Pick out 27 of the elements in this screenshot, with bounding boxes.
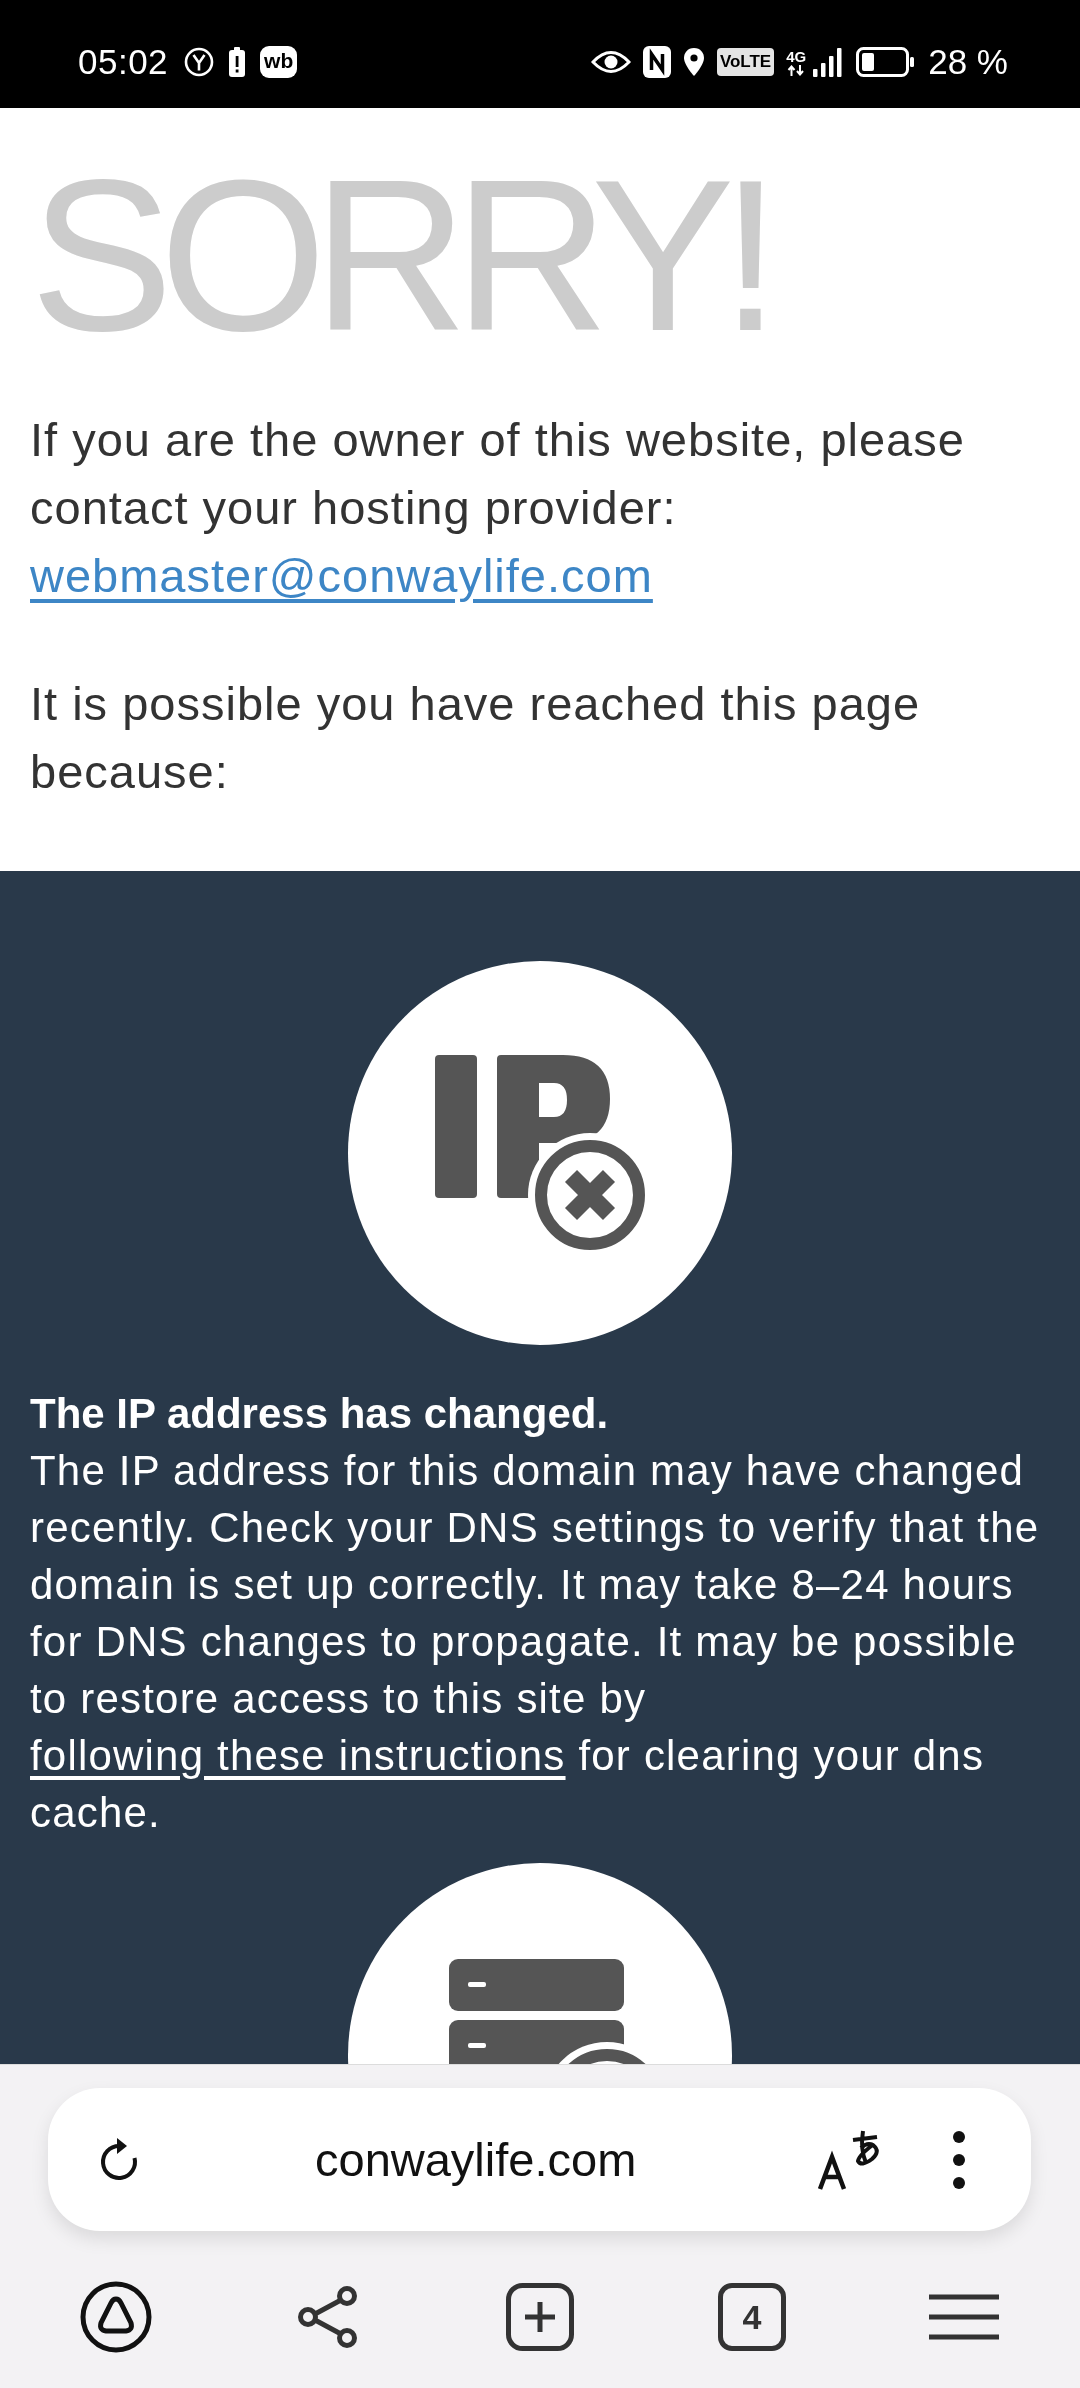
y-circle-icon <box>184 47 215 77</box>
app-badge: wb <box>260 46 298 78</box>
more-options-icon[interactable] <box>951 2128 967 2191</box>
plus-icon[interactable] <box>506 2282 574 2351</box>
contact-email-link[interactable]: webmaster@conwaylife.com <box>30 549 653 602</box>
tab-count-button[interactable]: 4 <box>718 2282 786 2351</box>
up-down-arrows-icon <box>787 64 806 76</box>
signal-icon <box>812 47 845 77</box>
instructions-link[interactable]: following these instructions <box>30 1732 566 1779</box>
reasons-intro: It is possible you have reached this page because: <box>30 676 922 800</box>
reason-description: The IP address for this domain may have changed recently. Check your DNS settings to verify that the domain is set up correctly. It may take 8–24 hours for DNS changes to propagate. It may be possible to restore access to this site by following these instructions for clearing your dns cache. <box>29 1446 1041 1838</box>
volte-label: VoLTE <box>716 48 775 76</box>
owner-notice: If you are the owner of this website, please contact your hosting provider: <box>30 412 966 536</box>
nfc-icon <box>642 46 671 78</box>
address-bar[interactable]: conwaylife.com <box>48 2088 1031 2231</box>
battery-icon <box>856 47 915 77</box>
triangle-circle-icon[interactable] <box>80 2280 152 2353</box>
url-text[interactable]: conwaylife.com <box>315 2132 817 2187</box>
battery-alert-icon <box>228 47 247 77</box>
ip-error-icon <box>348 961 732 1345</box>
eye-icon <box>590 49 631 75</box>
network-type-label: 4G <box>786 48 807 65</box>
location-icon <box>682 47 705 77</box>
share-icon[interactable] <box>296 2284 360 2349</box>
clock-time: 05:02 <box>78 42 169 82</box>
battery-percent: 28 % <box>928 42 1008 82</box>
reason-heading: The IP address has changed. <box>29 1389 610 1439</box>
